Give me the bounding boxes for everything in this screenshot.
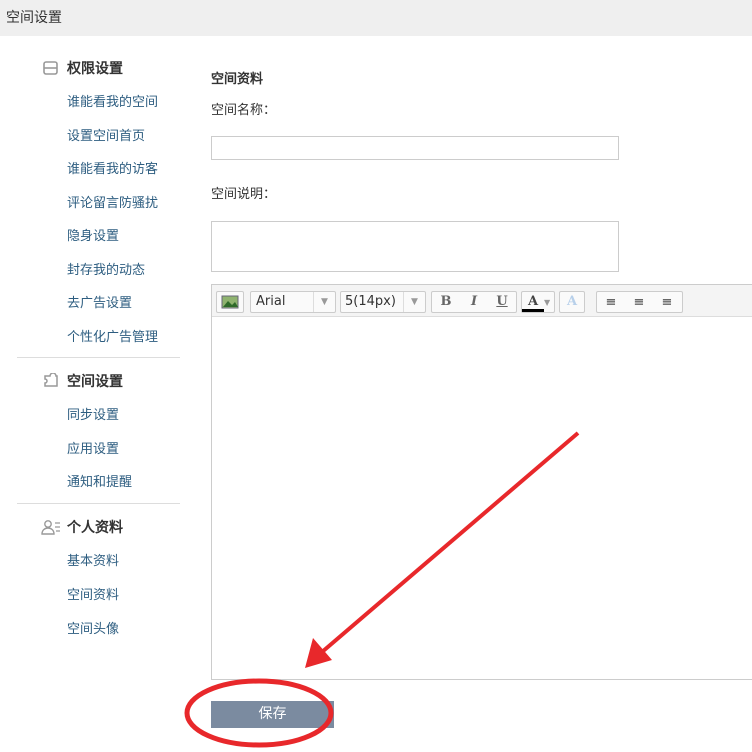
group-title: 空间设置: [67, 374, 123, 390]
sidebar-item[interactable]: 通知和提醒: [67, 471, 132, 490]
font-size-select[interactable]: 5(14px) ▼: [340, 291, 426, 313]
sidebar-group-space: 空间设置: [41, 371, 123, 391]
sidebar-item[interactable]: 空间头像: [67, 618, 119, 637]
page-header: 空间设置: [0, 0, 752, 36]
sidebar-item[interactable]: 空间资料: [67, 584, 119, 603]
align-center-icon[interactable]: ≡: [625, 293, 653, 313]
sidebar-item[interactable]: 个性化广告管理: [67, 326, 158, 345]
editor-toolbar: Arial ▼ 5(14px) ▼ BIU A ▼ A ≡ ≡ ≡: [212, 285, 752, 317]
align-group: ≡ ≡ ≡: [596, 291, 683, 313]
sidebar-item[interactable]: 封存我的动态: [67, 259, 145, 278]
sidebar-item[interactable]: 同步设置: [67, 404, 119, 423]
space-name-input[interactable]: [211, 136, 619, 160]
divider: [17, 503, 180, 504]
user-card-icon: [41, 520, 60, 535]
underline-button[interactable]: U: [488, 292, 516, 312]
group-title: 权限设置: [67, 61, 123, 77]
font-color-button[interactable]: A ▼: [521, 291, 555, 313]
sidebar-item[interactable]: 基本资料: [67, 550, 119, 569]
sidebar-group-permissions: 权限设置: [41, 58, 123, 78]
image-icon: [221, 295, 239, 309]
text-style-group: BIU: [431, 291, 517, 313]
space-desc-textarea[interactable]: [211, 221, 619, 272]
chevron-down-icon: ▼: [403, 292, 425, 312]
bold-button[interactable]: B: [432, 292, 460, 312]
sidebar-group-profile: 个人资料: [41, 517, 123, 537]
section-title: 空间资料: [211, 72, 264, 87]
chevron-down-icon: ▼: [544, 298, 551, 307]
text-shadow-button[interactable]: A: [559, 291, 585, 313]
italic-button[interactable]: I: [460, 292, 488, 312]
sidebar-item[interactable]: 谁能看我的空间: [67, 91, 158, 110]
text-shadow-icon: A: [566, 294, 578, 309]
font-value: Arial: [256, 294, 286, 309]
size-value: 5(14px): [345, 294, 396, 309]
sidebar-item[interactable]: 隐身设置: [67, 225, 119, 244]
save-button[interactable]: 保存: [211, 701, 334, 728]
insert-image-button[interactable]: [216, 291, 244, 313]
font-color-icon: A: [522, 294, 544, 312]
lock-icon: [43, 61, 58, 75]
sidebar-item[interactable]: 评论留言防骚扰: [67, 192, 158, 211]
sidebar-item[interactable]: 设置空间首页: [67, 125, 145, 144]
puzzle-icon: [44, 373, 58, 387]
align-right-icon[interactable]: ≡: [653, 293, 681, 313]
chevron-down-icon: ▼: [313, 292, 335, 312]
rich-text-editor: Arial ▼ 5(14px) ▼ BIU A ▼ A ≡ ≡ ≡: [211, 284, 752, 680]
group-title: 个人资料: [67, 520, 123, 536]
divider: [17, 357, 180, 358]
sidebar-item[interactable]: 去广告设置: [67, 292, 132, 311]
sidebar-item[interactable]: 应用设置: [67, 438, 119, 457]
space-name-label: 空间名称：: [211, 103, 277, 118]
sidebar-item[interactable]: 谁能看我的访客: [67, 158, 158, 177]
font-family-select[interactable]: Arial ▼: [250, 291, 336, 313]
space-desc-label: 空间说明：: [211, 187, 277, 202]
align-left-icon[interactable]: ≡: [597, 293, 625, 313]
